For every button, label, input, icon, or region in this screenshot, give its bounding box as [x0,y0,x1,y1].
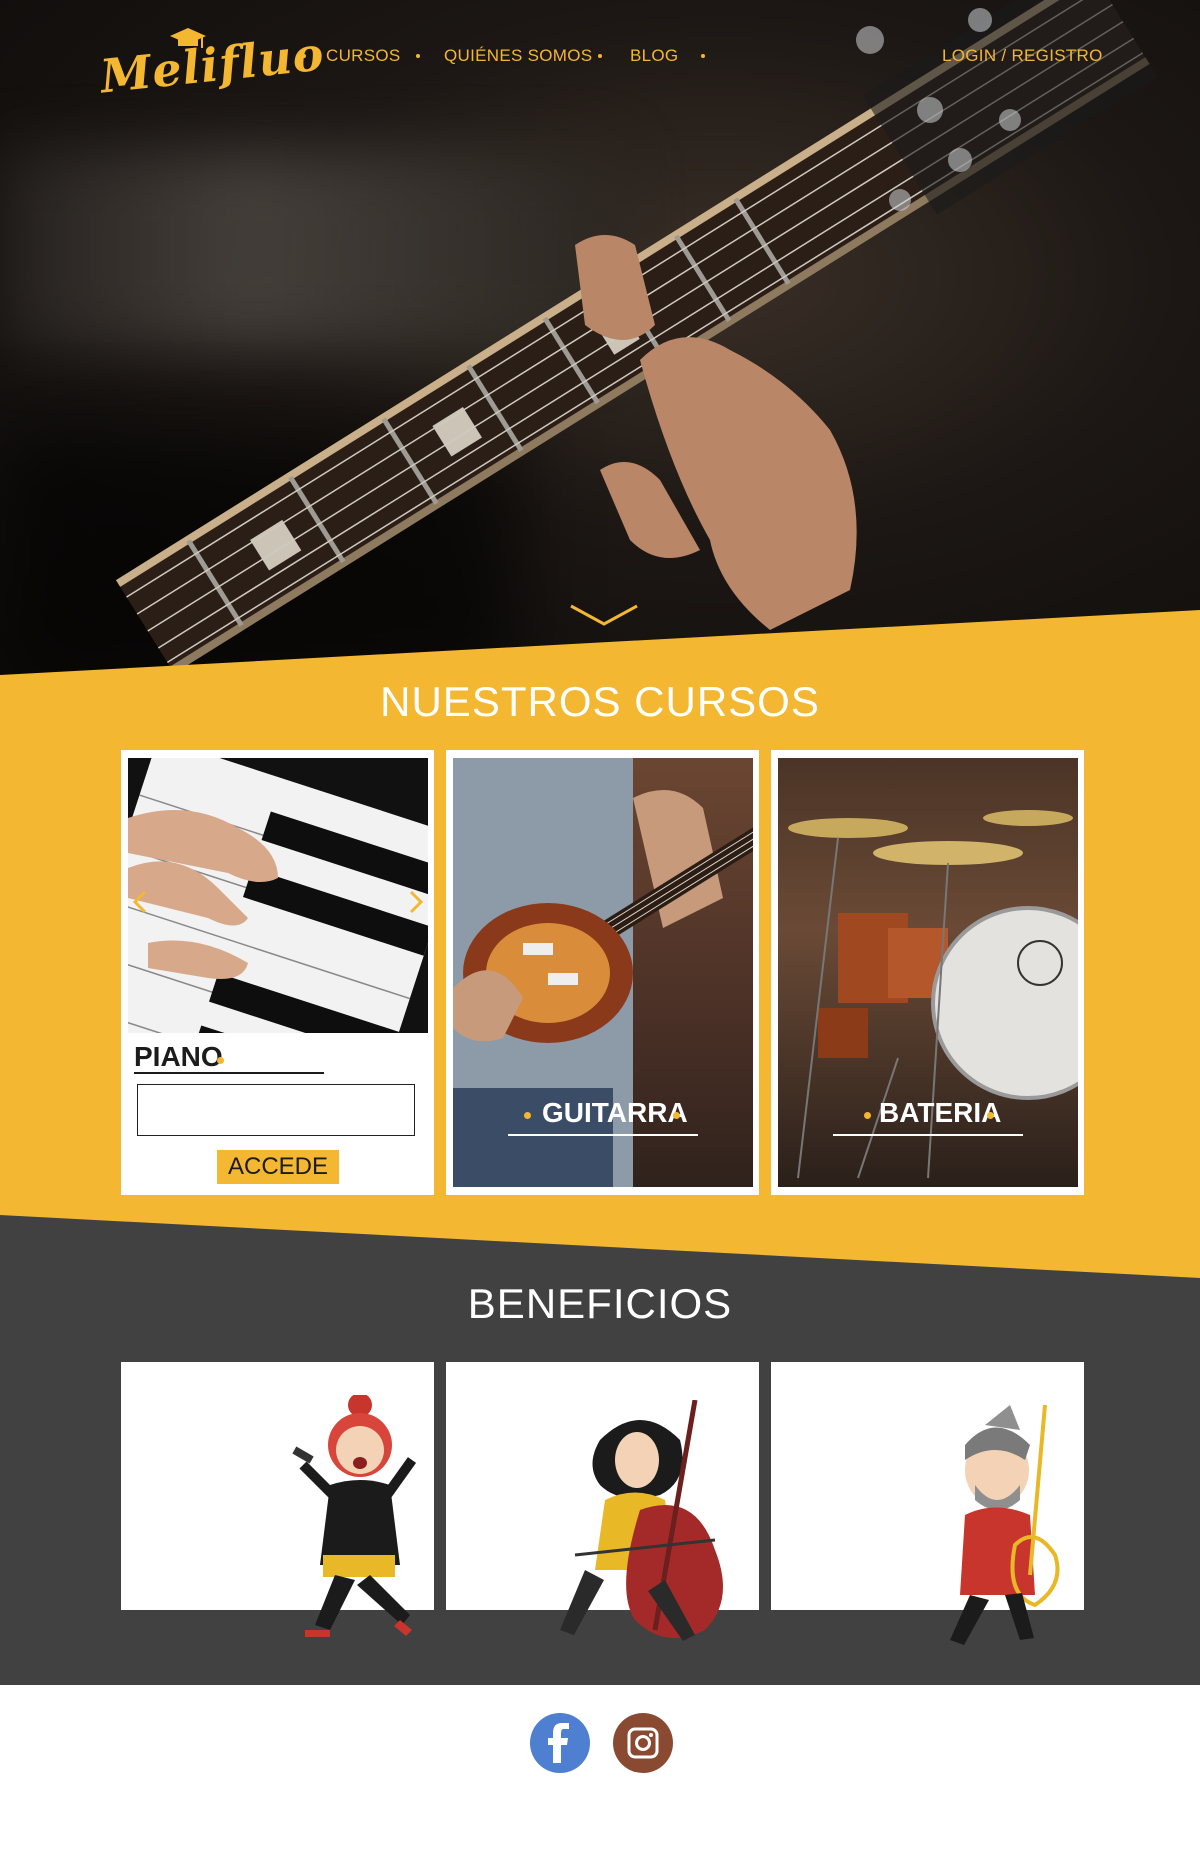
chevron-left-icon[interactable] [133,890,147,914]
nav-cursos[interactable]: CURSOS [326,46,401,66]
course-card-guitarra[interactable]: GUITARRA [446,750,759,1195]
piano-underline [134,1072,324,1074]
piano-photo [128,758,428,1033]
bateria-underline [833,1134,1023,1136]
singer-illustration [292,1395,417,1637]
guitarra-underline [508,1134,698,1136]
instagram-icon[interactable] [613,1713,673,1773]
nav-dot [416,54,420,58]
facebook-icon[interactable] [530,1713,590,1773]
bateria-label: BATERIA [879,1097,1002,1128]
label-dot [987,1112,994,1119]
guitarra-label: GUITARRA [542,1097,688,1128]
piano-label: PIANO [134,1041,223,1072]
nav-dot [302,54,306,58]
login-register-link[interactable]: LOGIN / REGISTRO [942,46,1103,66]
label-dot [524,1112,531,1119]
course-card-piano[interactable]: PIANO ACCEDE [121,750,434,1195]
hero-banner: Melifluo CURSOS QUIÉNES SOMOS BLOG LOGIN… [0,0,1200,690]
piano-input[interactable] [137,1084,415,1136]
accede-button[interactable]: ACCEDE [217,1150,339,1184]
nav-dot [598,54,602,58]
chevron-right-icon[interactable] [409,890,423,914]
nav-quienes-somos[interactable]: QUIÉNES SOMOS [444,46,592,66]
course-card-bateria[interactable]: BATERIA [771,750,1084,1195]
guitarist-illustration [950,1405,1060,1645]
courses-title: NUESTROS CURSOS [380,678,820,725]
label-dot [864,1112,871,1119]
nav-blog[interactable]: BLOG [630,46,678,66]
guitar-photo [115,0,1158,674]
nav-dot [701,54,705,58]
graduation-cap-icon [170,28,206,48]
label-dot [217,1057,224,1064]
cellist-illustration [560,1400,723,1641]
label-dot [673,1112,680,1119]
benefits-title: BENEFICIOS [467,1280,733,1327]
